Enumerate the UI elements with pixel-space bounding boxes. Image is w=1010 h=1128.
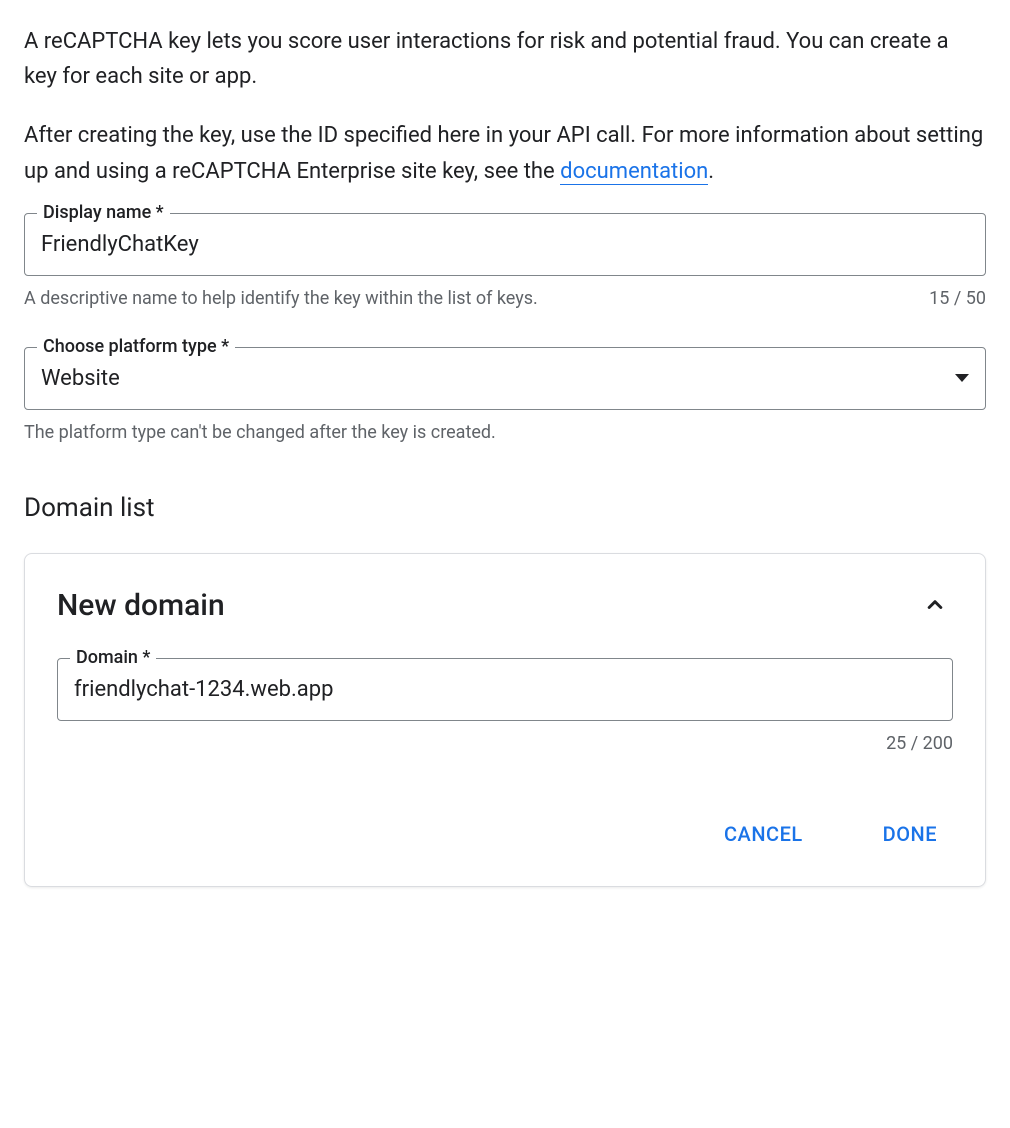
chevron-up-icon <box>921 590 949 618</box>
display-name-hint: A descriptive name to help identify the … <box>24 288 538 309</box>
new-domain-title: New domain <box>57 588 225 623</box>
domain-field: Domain * <box>57 658 953 721</box>
domain-list-heading: Domain list <box>24 493 986 523</box>
domain-label: Domain * <box>70 647 156 668</box>
new-domain-card: New domain Domain * 25 / 200 CANCEL DONE <box>24 553 986 887</box>
domain-input[interactable] <box>74 659 936 720</box>
platform-type-label: Choose platform type * <box>37 336 235 357</box>
done-button[interactable]: DONE <box>867 814 953 854</box>
collapse-button[interactable] <box>917 586 953 626</box>
documentation-link[interactable]: documentation <box>560 159 708 185</box>
platform-type-hint: The platform type can't be changed after… <box>24 422 496 443</box>
platform-type-field: Choose platform type * Website <box>24 347 986 410</box>
display-name-label: Display name * <box>37 202 170 223</box>
intro-text: After creating the key, use the ID speci… <box>24 123 983 183</box>
intro-period: . <box>708 159 714 184</box>
intro-paragraph-1: A reCAPTCHA key lets you score user inte… <box>24 24 986 94</box>
cancel-button[interactable]: CANCEL <box>708 814 819 854</box>
display-name-counter: 15 / 50 <box>929 288 986 309</box>
display-name-input[interactable] <box>41 214 969 275</box>
platform-type-select[interactable]: Website <box>41 348 969 409</box>
caret-down-icon <box>955 374 969 382</box>
display-name-field: Display name * <box>24 213 986 276</box>
platform-type-value: Website <box>41 348 947 409</box>
intro-paragraph-2: After creating the key, use the ID speci… <box>24 118 986 188</box>
domain-counter: 25 / 200 <box>886 733 953 754</box>
